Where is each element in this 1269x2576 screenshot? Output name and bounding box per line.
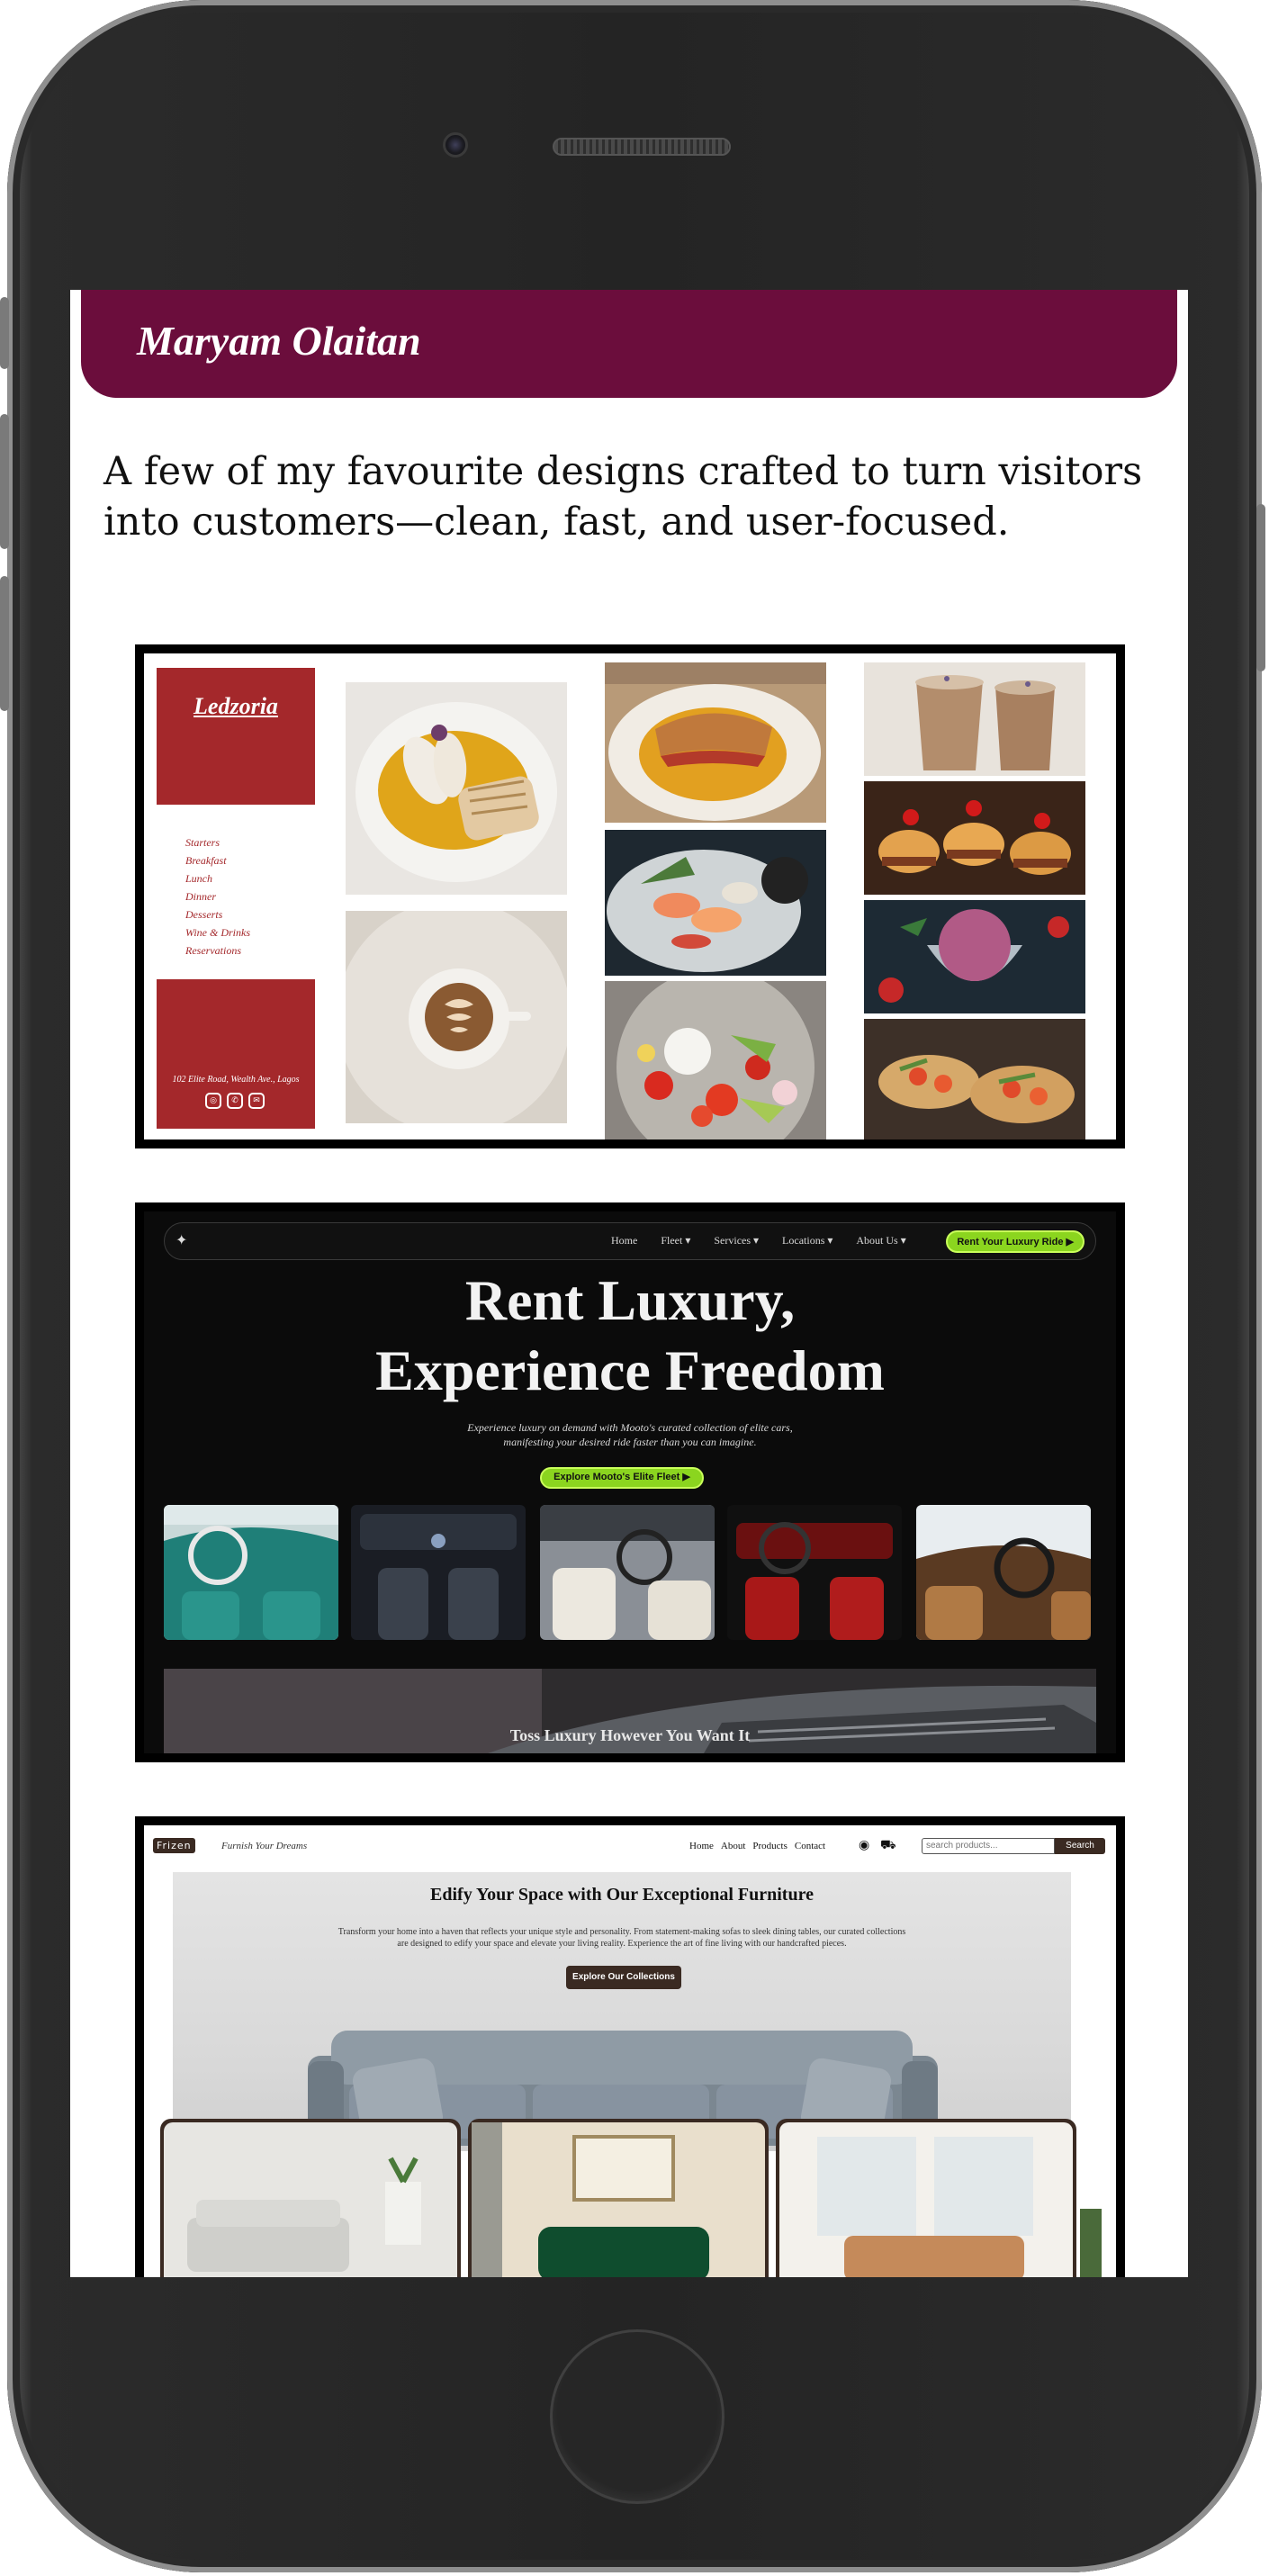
furniture-nav-about[interactable]: About (721, 1841, 746, 1851)
furniture-room-thumbnails (160, 2119, 1102, 2277)
furniture-preview: Frizen Furnish Your Dreams Home About Pr… (144, 1825, 1116, 2277)
volume-down-button (0, 576, 9, 711)
car-nav-about[interactable]: About Us ▾ (856, 1234, 905, 1247)
portfolio-intro: A few of my favourite designs crafted to… (104, 449, 1143, 545)
furniture-nav-products[interactable]: Products (752, 1841, 788, 1851)
project-card-furniture[interactable]: Frizen Furnish Your Dreams Home About Pr… (135, 1816, 1125, 2277)
furniture-nav-links: Home About Products Contact (689, 1841, 825, 1851)
car-nav-home[interactable]: Home (611, 1234, 637, 1247)
furniture-tagline: Furnish Your Dreams (221, 1841, 308, 1851)
furniture-search-button[interactable]: Search (1055, 1838, 1105, 1854)
menu-item[interactable]: Wine & Drinks (185, 923, 250, 941)
menu-item[interactable]: Lunch (185, 869, 250, 887)
sofa-illustration (308, 2031, 938, 2148)
restaurant-contact-panel: 102 Elite Road, Wealth Ave., Lagos ◎ ✆ ✉ (157, 979, 315, 1129)
car-rental-preview: ✦ Home Fleet ▾ Services ▾ Locations ▾ Ab… (144, 1211, 1116, 1753)
furniture-brand-logo[interactable]: Frizen (153, 1838, 195, 1853)
furniture-navbar: Frizen Furnish Your Dreams Home About Pr… (144, 1825, 1116, 1872)
food-photo-milkshakes (864, 662, 1085, 776)
explore-fleet-button[interactable]: Explore Mooto's Elite Fleet ▶ (540, 1467, 704, 1489)
car-nav-locations[interactable]: Locations ▾ (782, 1234, 832, 1247)
phone-screen: Maryam Olaitan A few of my favourite des… (70, 290, 1188, 2277)
power-button (1256, 504, 1265, 671)
car-site-logo-icon[interactable]: ✦ (176, 1231, 187, 1248)
car-hero-line-1: Rent Luxury, (464, 1268, 796, 1332)
furniture-hero: Edify Your Space with Our Exceptional Fu… (173, 1872, 1071, 2151)
car-nav-links: Home Fleet ▾ Services ▾ Locations ▾ Abou… (611, 1234, 906, 1247)
project-card-restaurant[interactable]: Ledzoria Starters Breakfast Lunch Dinner… (135, 644, 1125, 1148)
menu-item[interactable]: Desserts (185, 905, 250, 923)
site-owner-name[interactable]: Maryam Olaitan (137, 317, 421, 365)
car-hero-title: Rent Luxury, Experience Freedom (144, 1265, 1116, 1406)
menu-item[interactable]: Breakfast (185, 851, 250, 869)
menu-item[interactable]: Dinner (185, 887, 250, 905)
mail-icon[interactable]: ✉ (248, 1093, 265, 1109)
menu-item[interactable]: Starters (185, 833, 250, 851)
site-header: Maryam Olaitan (81, 290, 1177, 398)
food-photo-seared-fish (605, 662, 826, 823)
restaurant-footer-strip (144, 1130, 333, 1139)
menu-item[interactable]: Reservations (185, 941, 250, 959)
food-photo-latte (346, 911, 567, 1123)
front-camera (443, 132, 468, 158)
food-photo-bruschetta (864, 1019, 1085, 1139)
social-links: ◎ ✆ ✉ (205, 1093, 265, 1109)
volume-up-button (0, 414, 9, 549)
car-subtitle-line-1: Experience luxury on demand with Mooto's… (467, 1421, 793, 1434)
instagram-icon[interactable]: ◎ (205, 1093, 221, 1109)
food-photo-ice-cream (864, 900, 1085, 1013)
restaurant-menu: Starters Breakfast Lunch Dinner Desserts… (185, 833, 250, 959)
car-nav-services[interactable]: Services ▾ (714, 1234, 759, 1247)
silent-switch (0, 297, 9, 369)
restaurant-logo-panel: Ledzoria (157, 668, 315, 805)
user-account-icon[interactable]: ◉ (859, 1838, 869, 1852)
car-nav-fleet[interactable]: Fleet ▾ (661, 1234, 690, 1247)
food-photo-salad (605, 981, 826, 1139)
furniture-nav-contact[interactable]: Contact (795, 1841, 825, 1851)
restaurant-preview: Ledzoria Starters Breakfast Lunch Dinner… (144, 653, 1116, 1139)
restaurant-address: 102 Elite Road, Wealth Ave., Lagos (172, 1075, 300, 1085)
car-photo-teal-interior (164, 1505, 338, 1640)
earpiece-speaker (553, 138, 731, 156)
shopping-cart-icon[interactable]: ⛟ (880, 1838, 896, 1854)
furniture-nav-home[interactable]: Home (689, 1841, 714, 1851)
car-photo-tan-interior (916, 1505, 1091, 1640)
whatsapp-icon[interactable]: ✆ (227, 1093, 243, 1109)
food-photo-sushi (605, 830, 826, 976)
car-photo-cream-interior (540, 1505, 715, 1640)
car-banner-title: Toss Luxury However You Want It (509, 1726, 751, 1744)
car-site-navbar: ✦ Home Fleet ▾ Services ▾ Locations ▾ Ab… (164, 1222, 1096, 1260)
home-button[interactable] (550, 2329, 724, 2504)
food-photo-sliders (864, 781, 1085, 895)
car-photo-black-interior (351, 1505, 526, 1640)
project-card-car-rental[interactable]: ✦ Home Fleet ▾ Services ▾ Locations ▾ Ab… (135, 1202, 1125, 1762)
furniture-search-input[interactable]: search products... (922, 1838, 1055, 1854)
car-photo-red-interior (727, 1505, 902, 1640)
car-hero-subtitle: Experience luxury on demand with Mooto's… (144, 1420, 1116, 1449)
car-banner: Toss Luxury However You Want It (164, 1669, 1096, 1753)
food-photo-fish-radish (346, 682, 567, 895)
car-hero-line-2: Experience Freedom (375, 1338, 885, 1402)
restaurant-logo: Ledzoria (194, 693, 278, 719)
rent-luxury-ride-button[interactable]: Rent Your Luxury Ride ▶ (946, 1230, 1084, 1253)
car-subtitle-line-2: manifesting your desired ride faster tha… (503, 1436, 757, 1448)
